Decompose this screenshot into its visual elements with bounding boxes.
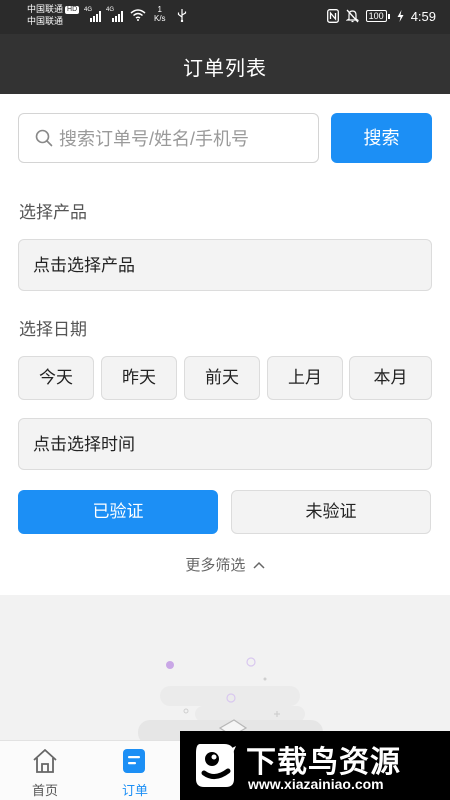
carrier-2: 中国联通 <box>27 16 64 26</box>
date-option-last-month[interactable]: 上月 <box>267 356 343 400</box>
page-title: 订单列表 <box>183 58 267 80</box>
battery-icon: 100 <box>365 10 390 22</box>
network-speed-value: 1 <box>157 5 162 14</box>
status-bar: 中国联通 HD 中国联通 4G 4G 1 K/s 100 4:59 <box>0 0 450 34</box>
product-select[interactable]: 点击选择产品 <box>18 239 432 291</box>
date-option-yesterday[interactable]: 昨天 <box>101 356 177 400</box>
date-section-label: 选择日期 <box>19 320 87 339</box>
bird-logo-icon <box>196 744 236 787</box>
tab-orders-label: 订单 <box>121 783 148 798</box>
date-option-this-month[interactable]: 本月 <box>349 356 432 400</box>
home-icon <box>33 749 57 773</box>
search-button[interactable]: 搜索 <box>331 113 432 163</box>
watermark-title: 下载鸟资源 <box>246 746 401 779</box>
verified-button[interactable]: 已验证 <box>18 490 218 534</box>
charging-icon <box>397 10 404 22</box>
more-filters-label: 更多筛选 <box>185 557 246 574</box>
battery-level: 100 <box>365 10 387 22</box>
search-box[interactable] <box>18 113 319 163</box>
chevron-up-icon <box>253 561 265 569</box>
hd-badge: HD <box>65 6 80 14</box>
more-filters-toggle[interactable]: 更多筛选 <box>0 554 450 575</box>
wifi-icon <box>130 9 146 21</box>
date-option-today[interactable]: 今天 <box>18 356 94 400</box>
carrier-1: 中国联通 HD <box>27 4 80 15</box>
network-type-1: 4G <box>84 7 93 13</box>
search-icon <box>35 129 53 147</box>
nfc-icon <box>326 9 339 23</box>
watermark-overlay: 下载鸟资源 www.xiazainiao.com <box>180 731 450 800</box>
unverified-button[interactable]: 未验证 <box>231 490 431 534</box>
tab-home[interactable]: 首页 <box>10 741 80 800</box>
date-option-day-before[interactable]: 前天 <box>184 356 260 400</box>
status-right: 100 4:59 <box>326 8 436 24</box>
tab-home-label: 首页 <box>31 783 58 798</box>
mute-icon <box>345 9 359 23</box>
network-type-2: 4G <box>106 7 115 13</box>
watermark-url: www.xiazainiao.com <box>248 776 384 792</box>
time-range-select[interactable]: 点击选择时间 <box>18 418 432 470</box>
carrier-1-name: 中国联通 <box>27 4 64 14</box>
search-input[interactable] <box>59 124 309 154</box>
title-bar: 订单列表 <box>0 34 450 94</box>
usb-icon <box>177 9 187 22</box>
signal-icon-2: 4G <box>106 7 126 27</box>
product-section-label: 选择产品 <box>19 203 87 222</box>
network-speed-unit: K/s <box>154 14 166 23</box>
network-speed: 1 K/s <box>154 5 166 23</box>
clock: 4:59 <box>410 8 436 24</box>
tab-orders[interactable]: 订单 <box>100 741 170 800</box>
order-icon <box>123 749 145 773</box>
filter-panel: 搜索 选择产品 点击选择产品 选择日期 今天 昨天 前天 上月 本月 点击选择时… <box>0 94 450 595</box>
signal-icon-1: 4G <box>84 7 104 27</box>
